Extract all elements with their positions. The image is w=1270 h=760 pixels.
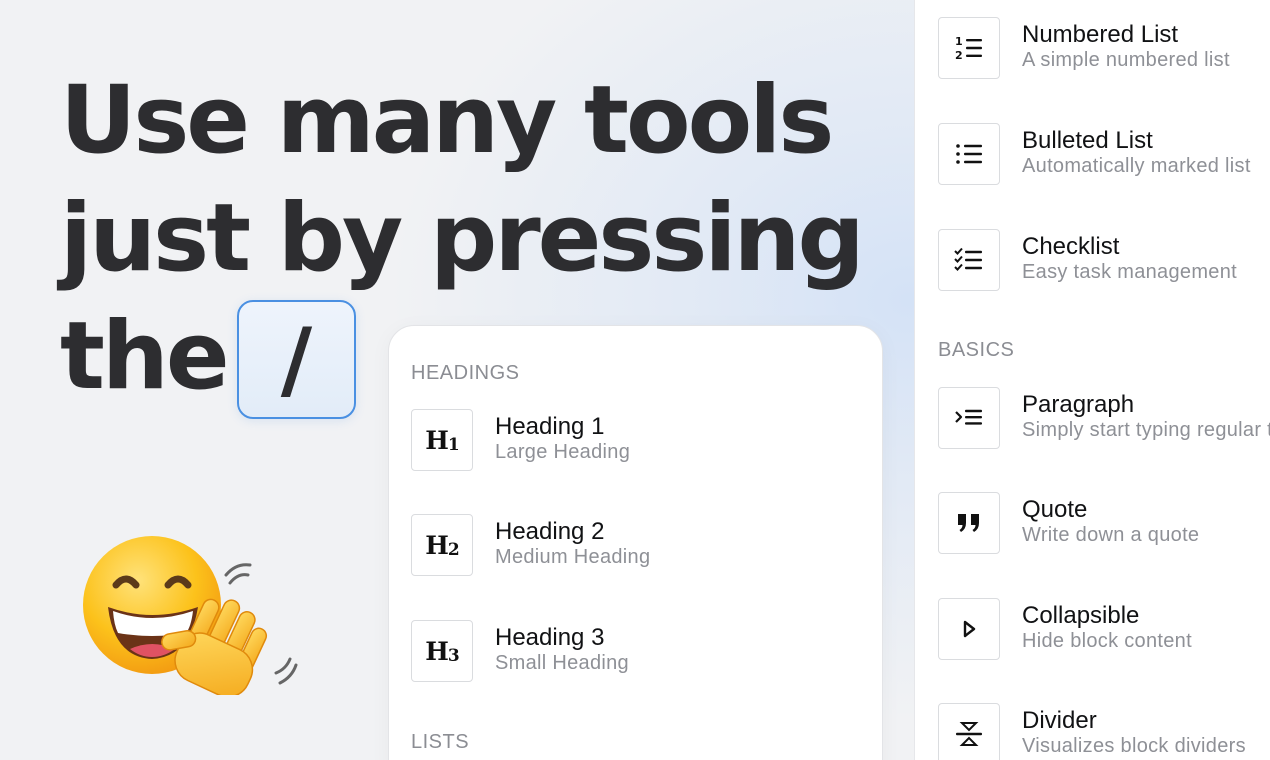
- headline-line-2: just by pressing: [60, 184, 865, 293]
- menu-item-desc: Automatically marked list: [1022, 155, 1251, 177]
- menu-item-desc: Easy task management: [1022, 261, 1237, 283]
- menu-item-title: Numbered List: [1022, 21, 1179, 48]
- slash-command-menu: HEADINGS H1 Heading 1 Large Heading H2 H…: [388, 325, 883, 760]
- menu-item-divider[interactable]: Divider Visualizes block dividers: [938, 703, 1270, 760]
- headline-line-1: Use many tools: [60, 66, 834, 175]
- smiling-face-waving-hand-icon: [80, 535, 300, 695]
- divider-icon: [938, 703, 1000, 760]
- checklist-icon: [938, 229, 1000, 291]
- menu-item-desc: Medium Heading: [495, 546, 651, 568]
- menu-item-title: Quote: [1022, 496, 1088, 523]
- paragraph-icon: [938, 387, 1000, 449]
- menu-item-paragraph[interactable]: Paragraph Simply start typing regular te…: [938, 387, 1270, 449]
- collapsible-icon: [938, 598, 1000, 660]
- menu-item-numbered-list[interactable]: 1 2 Numbered List A simple numbered list: [938, 17, 1270, 79]
- menu-item-title: Heading 2: [495, 518, 605, 545]
- menu-item-desc: Large Heading: [495, 441, 631, 463]
- menu-item-desc: Hide block content: [1022, 630, 1192, 652]
- menu-item-title: Bulleted List: [1022, 127, 1153, 154]
- menu-item-desc: Simply start typing regular text: [1022, 419, 1270, 441]
- menu-item-desc: A simple numbered list: [1022, 49, 1230, 71]
- heading-2-icon: H2: [411, 514, 473, 576]
- slash-key: /: [237, 300, 356, 419]
- menu-item-quote[interactable]: Quote Write down a quote: [938, 492, 1270, 554]
- numbered-list-icon: 1 2: [938, 17, 1000, 79]
- heading-1-icon: H1: [411, 409, 473, 471]
- menu-item-title: Paragraph: [1022, 391, 1135, 418]
- menu-item-title: Collapsible: [1022, 602, 1140, 629]
- menu-item-desc: Write down a quote: [1022, 524, 1200, 546]
- quote-icon: [938, 492, 1000, 554]
- svg-text:2: 2: [955, 49, 963, 62]
- section-label-lists: LISTS: [411, 731, 470, 753]
- menu-item-heading-3[interactable]: H3 Heading 3 Small Heading: [411, 620, 871, 682]
- block-menu-panel: 1 2 Numbered List A simple numbered list…: [914, 0, 1270, 760]
- menu-item-heading-1[interactable]: H1 Heading 1 Large Heading: [411, 409, 871, 471]
- menu-item-title: Heading 3: [495, 624, 605, 651]
- menu-item-desc: Visualizes block dividers: [1022, 735, 1246, 757]
- section-label-headings: HEADINGS: [411, 362, 520, 384]
- menu-item-title: Divider: [1022, 707, 1097, 734]
- svg-text:1: 1: [955, 35, 963, 48]
- menu-item-desc: Small Heading: [495, 652, 629, 674]
- menu-item-collapsible[interactable]: Collapsible Hide block content: [938, 598, 1270, 660]
- menu-item-heading-2[interactable]: H2 Heading 2 Medium Heading: [411, 514, 871, 576]
- bulleted-list-icon: [938, 123, 1000, 185]
- menu-item-checklist[interactable]: Checklist Easy task management: [938, 229, 1270, 291]
- menu-item-bulleted-list[interactable]: Bulleted List Automatically marked list: [938, 123, 1270, 185]
- section-label-basics: BASICS: [938, 339, 1015, 361]
- menu-item-title: Checklist: [1022, 233, 1120, 260]
- heading-3-icon: H3: [411, 620, 473, 682]
- menu-item-title: Heading 1: [495, 413, 605, 440]
